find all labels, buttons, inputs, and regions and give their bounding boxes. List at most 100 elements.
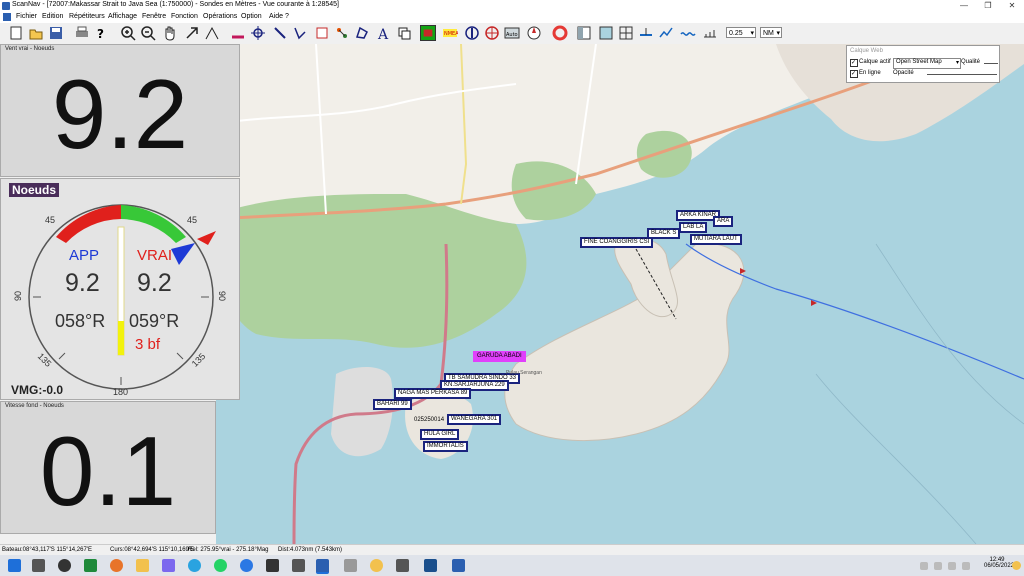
layers-icon[interactable]: [396, 25, 412, 41]
volume-icon[interactable]: [962, 562, 970, 570]
quality-slider[interactable]: [984, 63, 998, 64]
help-icon[interactable]: ?: [94, 25, 110, 41]
wind-dial: [28, 204, 216, 390]
waypoint-icon[interactable]: [250, 25, 266, 41]
app-icon[interactable]: [452, 559, 465, 572]
scannav-icon[interactable]: [316, 559, 329, 574]
app-icon[interactable]: [162, 559, 175, 572]
vessel-label[interactable]: ARA: [713, 216, 734, 227]
task-view-icon[interactable]: [32, 559, 45, 572]
menu-repetiteurs[interactable]: Répétiteurs: [69, 13, 105, 20]
wave-icon[interactable]: [680, 25, 696, 41]
opacity-slider[interactable]: [927, 74, 997, 75]
target-icon[interactable]: [484, 25, 500, 41]
print-icon[interactable]: [74, 25, 90, 41]
messenger-icon[interactable]: [240, 559, 253, 572]
close-button[interactable]: ✕: [1000, 0, 1024, 12]
chart-icon[interactable]: [598, 25, 614, 41]
online-checkbox[interactable]: ✓: [850, 70, 858, 78]
menu-option[interactable]: Option: [241, 13, 262, 20]
weather-icon[interactable]: [370, 559, 383, 572]
north-icon[interactable]: [526, 25, 542, 41]
app-icon[interactable]: [396, 559, 409, 572]
arrow-icon[interactable]: [184, 25, 200, 41]
menu-fichier[interactable]: Fichier: [16, 13, 37, 20]
scale-45-left: 45: [45, 215, 56, 225]
map-canvas[interactable]: [216, 44, 1024, 544]
nmea-icon[interactable]: NMEA: [442, 25, 458, 41]
battery-icon[interactable]: [948, 562, 956, 570]
folder-icon[interactable]: [136, 559, 149, 572]
scale-icon[interactable]: [702, 25, 718, 41]
map-view[interactable]: ARKA KINAR ARA LAB LA BLACK S MUTIARA LA…: [216, 44, 1024, 544]
app-icon[interactable]: [266, 559, 279, 572]
vessel-label[interactable]: FINE COANGGIRIS CSI: [580, 237, 654, 248]
vessel-label[interactable]: HULA GIRL: [420, 429, 460, 440]
compass-icon[interactable]: [464, 25, 480, 41]
tray-icon[interactable]: [920, 562, 928, 570]
vessel-label[interactable]: BAHARI 99: [373, 399, 412, 410]
app-wind-arrow: [171, 243, 195, 265]
route-icon[interactable]: [204, 25, 220, 41]
vessel-label[interactable]: IMMORTALIS: [423, 441, 468, 452]
unit-select[interactable]: NM ▾: [760, 27, 782, 38]
menu-edition[interactable]: Edition: [42, 13, 63, 20]
menu-fenetre[interactable]: Fenêtre: [142, 13, 166, 20]
mark-icon[interactable]: [314, 25, 330, 41]
zoom-in-icon[interactable]: [120, 25, 136, 41]
app-icon[interactable]: [424, 559, 437, 572]
menu-fonction[interactable]: Fonction: [171, 13, 198, 20]
graph-icon[interactable]: [658, 25, 674, 41]
excel-icon[interactable]: [84, 559, 97, 572]
vessel-label[interactable]: 025250014: [412, 417, 446, 424]
telegram-icon[interactable]: [188, 559, 201, 572]
panel-icon[interactable]: [576, 25, 592, 41]
track-icon[interactable]: [292, 25, 308, 41]
bluetooth-icon[interactable]: [934, 562, 942, 570]
new-icon[interactable]: [8, 25, 24, 41]
vessel-label[interactable]: GARUDA ABADI: [473, 351, 526, 362]
draw-line-icon[interactable]: [230, 25, 246, 41]
polygon-icon[interactable]: [354, 25, 370, 41]
measure-icon[interactable]: [272, 25, 288, 41]
auto-icon[interactable]: Auto: [504, 25, 520, 41]
web-layer-title: Calque Web: [850, 48, 883, 54]
chevron-down-icon: ▾: [750, 30, 754, 37]
open-icon[interactable]: [28, 25, 44, 41]
vessel-label[interactable]: LAB LA: [679, 222, 708, 233]
active-checkbox[interactable]: ✓: [850, 59, 858, 67]
menu-aide[interactable]: Aide ?: [269, 13, 289, 20]
menu-operations[interactable]: Opérations: [203, 13, 237, 20]
zoom-out-icon[interactable]: [140, 25, 156, 41]
notification-icon[interactable]: [1012, 561, 1021, 570]
zoom-select[interactable]: 0.25 ▾: [726, 27, 756, 38]
source-select[interactable]: Open Street Map ▾: [893, 58, 961, 69]
street-2: [315, 44, 327, 215]
true-speed: 9.2: [137, 269, 172, 297]
start-icon[interactable]: [8, 559, 21, 572]
vessel-label[interactable]: NAGA MAS PERKASA 89: [394, 388, 472, 399]
maximize-button[interactable]: ❐: [976, 0, 1000, 12]
svg-text:NMEA: NMEA: [444, 31, 458, 37]
whatsapp-icon[interactable]: [214, 559, 227, 572]
app-icon[interactable]: [292, 559, 305, 572]
firefox-icon[interactable]: [110, 559, 123, 572]
true-wind-value: 9.2: [51, 59, 189, 169]
text-tool-icon[interactable]: A: [376, 25, 392, 41]
pan-hand-icon[interactable]: [162, 25, 178, 41]
clock[interactable]: 12:49 06/05/2022: [984, 557, 1014, 569]
vessel-label[interactable]: WANEGARA 301: [447, 414, 502, 425]
menu-affichage[interactable]: Affichage: [108, 13, 137, 20]
minimize-button[interactable]: —: [952, 0, 976, 12]
lock-icon[interactable]: [58, 559, 71, 572]
network-icon[interactable]: [334, 25, 350, 41]
tide-icon[interactable]: [638, 25, 654, 41]
grid-icon[interactable]: [618, 25, 634, 41]
lifebuoy-icon[interactable]: [552, 25, 568, 41]
nav-icon[interactable]: [420, 25, 436, 41]
web-layer-panel: Calque Web ✓ Calque actif Open Street Ma…: [846, 45, 1000, 83]
doc-icon[interactable]: [3, 13, 11, 21]
save-icon[interactable]: [48, 25, 64, 41]
app-icon[interactable]: [344, 559, 357, 572]
vessel-label[interactable]: MUTIARA LAUT: [690, 234, 742, 245]
